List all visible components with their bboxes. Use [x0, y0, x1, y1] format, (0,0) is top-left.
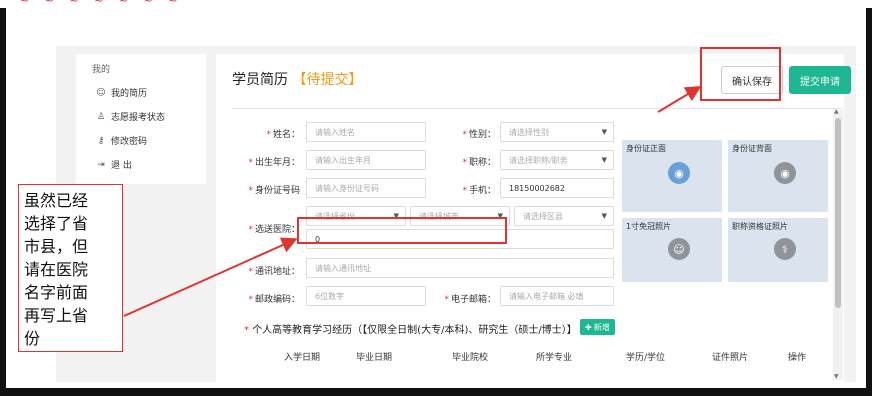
- annotation-arrows: [123, 85, 702, 317]
- arrow-to-hospital: [123, 237, 298, 317]
- arrow-to-save: [657, 85, 702, 113]
- screenshot-frame: ~ ~ ~ ~ ~ ~ ~ 我的 ☺ 我的简历 ♙ 志愿报考状态 ⚷ 修改密码: [0, 0, 872, 396]
